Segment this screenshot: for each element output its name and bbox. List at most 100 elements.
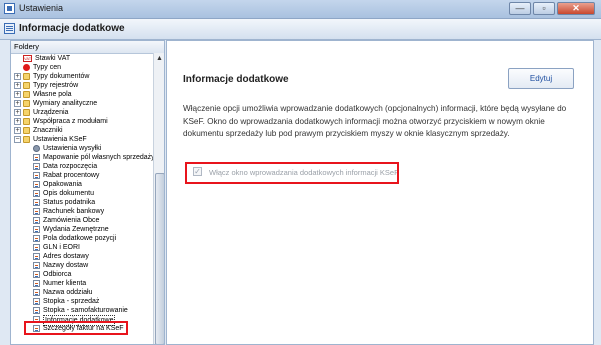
folder-icon: [23, 91, 30, 98]
doc-icon: [33, 226, 40, 233]
doc-icon: [33, 253, 40, 260]
tree-item[interactable]: Nazwa oddziału: [11, 288, 154, 297]
folder-icon: [23, 100, 30, 107]
tree-item-label: Mapowanie pól własnych sprzedaży: [43, 154, 155, 161]
tree-item-label: Nazwy dostaw: [43, 262, 89, 269]
expand-icon[interactable]: +: [14, 82, 21, 89]
doc-icon: [33, 280, 40, 287]
tree-item-label: Ustawienia wysyłki: [43, 145, 102, 152]
doc-icon: [33, 217, 40, 224]
tree-item[interactable]: Opis dokumentu: [11, 189, 154, 198]
tree-item-label: Typy dokumentów: [33, 73, 90, 80]
doc-icon: [33, 235, 40, 242]
window-title: Ustawienia: [19, 3, 64, 13]
tree-item[interactable]: Rabat procentowy: [11, 171, 154, 180]
tree-item-label: Typy rejestrów: [33, 82, 79, 89]
tree-item[interactable]: Odbiorca: [11, 270, 154, 279]
tree-item[interactable]: Pola dodatkowe pozycji: [11, 234, 154, 243]
expand-icon[interactable]: +: [14, 73, 21, 80]
tree-item[interactable]: + Wymiary analityczne: [11, 99, 154, 108]
tree-item-label: Opakowania: [43, 181, 82, 188]
doc-icon: [33, 154, 40, 161]
tree-item[interactable]: Wydania Zewnętrzne: [11, 225, 154, 234]
ksef-info-option[interactable]: ✓ Włącz okno wprowadzania dodatkowych in…: [185, 162, 399, 184]
folder-icon: [23, 118, 30, 125]
tree-item[interactable]: Numer klienta: [11, 279, 154, 288]
close-button[interactable]: ✕: [557, 2, 595, 15]
expand-icon[interactable]: +: [14, 100, 21, 107]
doc-icon: [33, 190, 40, 197]
folder-tree-label: Foldery: [11, 41, 164, 54]
tree-item[interactable]: + Współpraca z modułami: [11, 117, 154, 126]
tree-item-label: Rachunek bankowy: [43, 208, 105, 215]
collapse-icon[interactable]: −: [14, 136, 21, 143]
tree-item[interactable]: Nazwy dostaw: [11, 261, 154, 270]
tree-item[interactable]: VAT Stawki VAT: [11, 54, 154, 63]
vat-icon: VAT: [23, 55, 32, 62]
expand-icon[interactable]: +: [14, 127, 21, 134]
tree-scrollbar[interactable]: ▲: [153, 53, 164, 344]
doc-icon: [33, 208, 40, 215]
doc-icon: [33, 181, 40, 188]
tree-item[interactable]: Typy cen: [11, 63, 154, 72]
tree-item[interactable]: GLN i EORI: [11, 243, 154, 252]
tree-item[interactable]: Stopka - sprzedaż: [11, 297, 154, 306]
gear-icon: [33, 145, 40, 152]
window-edge: [594, 40, 601, 345]
details-panel: Informacje dodatkowe Edytuj Włączenie op…: [166, 40, 594, 345]
scroll-up-icon[interactable]: ▲: [155, 54, 164, 63]
red-dot-icon: [23, 64, 30, 71]
folder-tree: VAT Stawki VAT Typy cen + Typy dokumentów + Ty…: [11, 54, 155, 333]
tree-item[interactable]: − Ustawienia KSeF: [11, 135, 154, 144]
tree-item[interactable]: Data rozpoczęcia: [11, 162, 154, 171]
tree-item-label: Nazwa oddziału: [43, 289, 93, 296]
folder-icon: [23, 82, 30, 89]
app-icon: [4, 3, 15, 14]
tree-item-label: GLN i EORI: [43, 244, 80, 251]
tree-item-label: Zamówienia Obce: [43, 217, 100, 224]
doc-icon: [33, 172, 40, 179]
tree-item[interactable]: Zamówienia Obce: [11, 216, 154, 225]
tree-item-label: Numer klienta: [43, 280, 87, 287]
tree-item-label: Współpraca z modułami: [33, 118, 108, 125]
tree-item-label: Urządzenia: [33, 109, 69, 116]
section-header: Informacje dodatkowe: [0, 19, 601, 40]
doc-icon: [33, 289, 40, 296]
tree-item[interactable]: Status podatnika: [11, 198, 154, 207]
highlight-box: [185, 162, 399, 184]
tree-item[interactable]: Stopka - samofakturowanie: [11, 306, 154, 315]
title-bar: Ustawienia — ▫ ✕: [0, 0, 601, 19]
tree-item-label: Opis dokumentu: [43, 190, 94, 197]
tree-item[interactable]: Ustawienia wysyłki: [11, 144, 154, 153]
tree-item-label: Stopka - samofakturowanie: [43, 307, 128, 314]
tree-item[interactable]: + Własne pola: [11, 90, 154, 99]
folder-icon: [23, 127, 30, 134]
scroll-thumb[interactable]: [155, 173, 164, 344]
folder-icon: [23, 109, 30, 116]
doc-icon: [33, 199, 40, 206]
expand-icon[interactable]: +: [14, 91, 21, 98]
tree-item[interactable]: + Typy rejestrów: [11, 81, 154, 90]
tree-item[interactable]: + Typy dokumentów: [11, 72, 154, 81]
tree-item[interactable]: + Urządzenia: [11, 108, 154, 117]
tree-item-label: Adres dostawy: [43, 253, 89, 260]
tree-item[interactable]: + Znaczniki: [11, 126, 154, 135]
folder-icon: [23, 73, 30, 80]
tree-item-label: Rabat procentowy: [43, 172, 100, 179]
tree-item-label: Wydania Zewnętrzne: [43, 226, 109, 233]
tree-item[interactable]: Mapowanie pól własnych sprzedaży: [11, 153, 155, 162]
maximize-button[interactable]: ▫: [533, 2, 555, 15]
tree-item[interactable]: Rachunek bankowy: [11, 207, 154, 216]
minimize-button[interactable]: —: [509, 2, 531, 15]
tree-item-label: Ustawienia KSeF: [33, 136, 87, 143]
folder-icon: [23, 136, 30, 143]
edit-button[interactable]: Edytuj: [508, 68, 574, 89]
expand-icon[interactable]: +: [14, 109, 21, 116]
tree-item-label: Stawki VAT: [35, 55, 71, 62]
doc-icon: [33, 271, 40, 278]
header-title: Informacje dodatkowe: [19, 23, 125, 34]
tree-item-label: Stopka - sprzedaż: [43, 298, 100, 305]
tree-item[interactable]: Adres dostawy: [11, 252, 154, 261]
tree-item[interactable]: Opakowania: [11, 180, 154, 189]
expand-icon[interactable]: +: [14, 118, 21, 125]
